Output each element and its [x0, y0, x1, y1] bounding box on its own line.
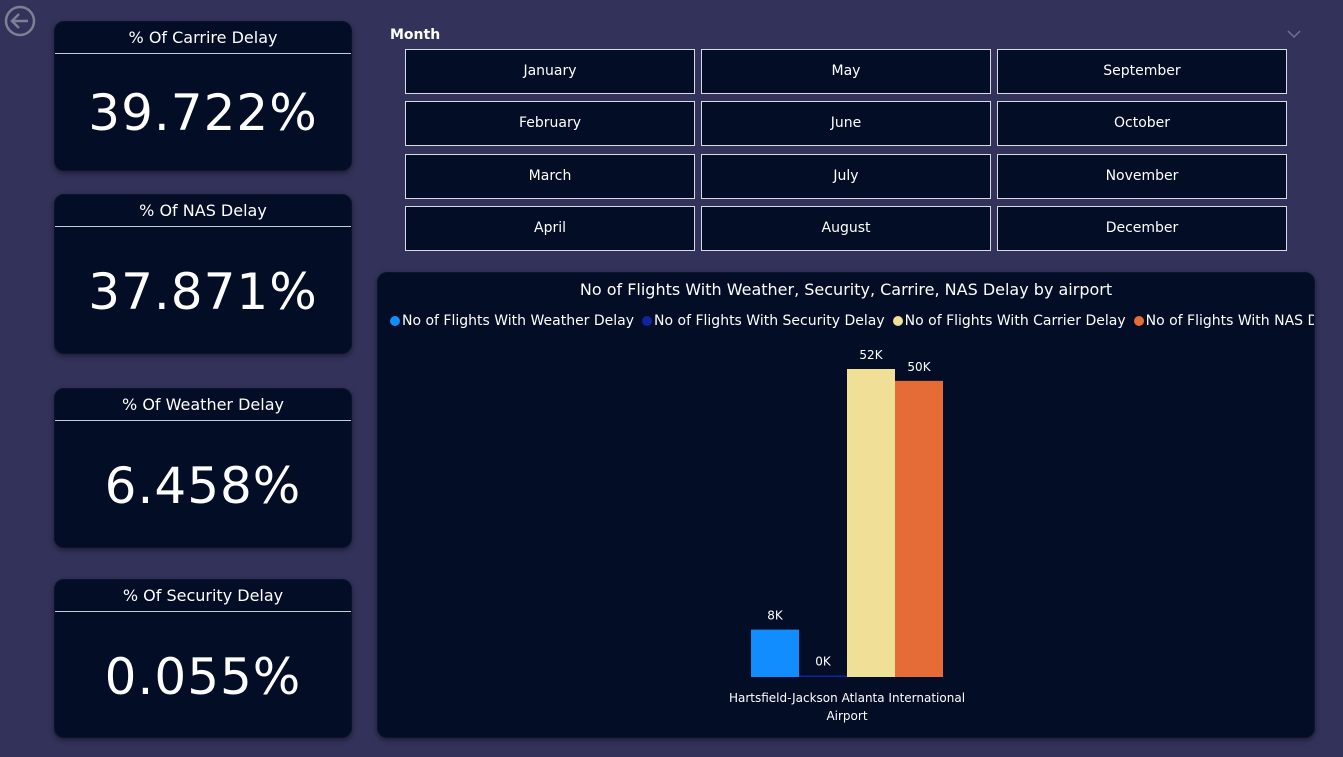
kpi-title: % Of NAS Delay: [55, 195, 351, 227]
dashboard: % Of Carrire Delay 39.722% % Of NAS Dela…: [0, 0, 1343, 757]
month-button-march[interactable]: March: [405, 154, 695, 199]
kpi-value: 37.871%: [88, 263, 318, 321]
delay-by-airport-chart: 8K 0K 52K 50K Hartsfield-Jackson Atlanta Int…: [377, 272, 1315, 738]
back-arrow-circle-icon: [4, 5, 36, 37]
data-label: 52K: [859, 348, 883, 362]
month-button-april[interactable]: April: [405, 206, 695, 251]
kpi-card-nas-delay: % Of NAS Delay 37.871%: [54, 194, 352, 354]
bar-no-of-flights-with-weather-delay[interactable]: [751, 629, 799, 677]
bar-no-of-flights-with-carrier-delay[interactable]: [847, 369, 895, 677]
data-label: 0K: [815, 655, 832, 669]
month-button-december[interactable]: December: [997, 206, 1287, 251]
chevron-down-icon[interactable]: [1287, 29, 1301, 39]
data-label: 8K: [767, 609, 784, 623]
kpi-card-security-delay: % Of Security Delay 0.055%: [54, 579, 352, 738]
kpi-title: % Of Weather Delay: [55, 389, 351, 421]
kpi-card-weather-delay: % Of Weather Delay 6.458%: [54, 388, 352, 548]
chart-plot: 8K 0K 52K 50K Hartsfield-Jackson Atlanta Int…: [729, 348, 965, 723]
legend-swatch-carrier: [892, 316, 903, 326]
chart-legend: No of Flights With Weather Delay No of F…: [390, 313, 1314, 329]
month-slicer-label: Month: [390, 27, 441, 43]
x-tick-label: Airport: [826, 709, 867, 723]
kpi-value: 6.458%: [104, 457, 302, 515]
x-tick-label: Hartsfield-Jackson Atlanta International: [729, 691, 965, 705]
month-button-january[interactable]: January: [405, 49, 695, 94]
month-button-august[interactable]: August: [701, 206, 991, 251]
back-button[interactable]: [4, 5, 36, 37]
kpi-title: % Of Carrire Delay: [55, 22, 351, 54]
legend-swatch-nas: [1133, 316, 1144, 326]
legend-item-weather[interactable]: No of Flights With Weather Delay: [390, 313, 634, 329]
chart-title: No of Flights With Weather, Security, Ca…: [579, 280, 1113, 299]
kpi-value: 39.722%: [88, 84, 318, 142]
legend-label: No of Flights With NAS Delay: [1145, 313, 1314, 329]
legend-label: No of Flights With Carrier Delay: [904, 313, 1126, 329]
month-button-july[interactable]: July: [701, 154, 991, 199]
bar-no-of-flights-with-security-delay[interactable]: [799, 675, 847, 678]
month-button-february[interactable]: February: [405, 101, 695, 146]
legend-item-security[interactable]: No of Flights With Security Delay: [642, 313, 885, 329]
data-label: 50K: [907, 360, 931, 374]
bar-no-of-flights-with-nas-delay[interactable]: [895, 380, 943, 677]
kpi-value: 0.055%: [104, 648, 302, 706]
month-button-september[interactable]: September: [997, 49, 1287, 94]
legend-item-nas[interactable]: No of Flights With NAS Delay: [1133, 313, 1314, 329]
legend-label: No of Flights With Weather Delay: [402, 313, 635, 329]
month-button-october[interactable]: October: [997, 101, 1287, 146]
legend-swatch-weather: [390, 316, 400, 326]
legend-item-carrier[interactable]: No of Flights With Carrier Delay: [892, 313, 1126, 329]
legend-swatch-security: [642, 316, 653, 326]
month-button-november[interactable]: November: [997, 154, 1287, 199]
kpi-title: % Of Security Delay: [55, 580, 351, 612]
month-button-may[interactable]: May: [701, 49, 991, 94]
kpi-card-carrier-delay: % Of Carrire Delay 39.722%: [54, 21, 352, 171]
month-button-june[interactable]: June: [701, 101, 991, 146]
legend-label: No of Flights With Security Delay: [654, 313, 885, 329]
